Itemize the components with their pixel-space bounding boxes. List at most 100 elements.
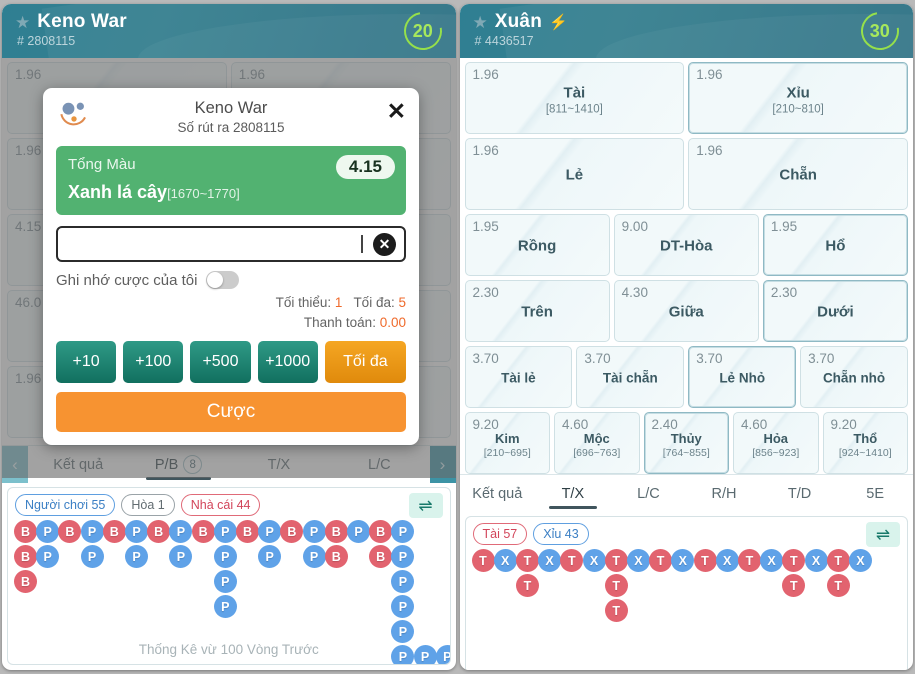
road-column: TT	[782, 549, 806, 599]
odds-value: 2.30	[472, 285, 499, 300]
odds-value: 2.30	[770, 285, 798, 300]
road-bead: P	[258, 545, 282, 568]
road-bead: P	[213, 570, 237, 593]
tab-label: R/H	[711, 485, 737, 502]
road-bead: P	[258, 520, 282, 543]
road-bead: B	[369, 545, 393, 568]
bet-cell-hỏa[interactable]: 4.60 Hỏa [856~923]	[733, 412, 819, 474]
road-bead: X	[671, 549, 695, 572]
bet-cell-dưới[interactable]: 2.30 Dưới	[762, 280, 909, 342]
bet-name: Tài	[563, 84, 586, 102]
remember-bet-toggle[interactable]	[206, 271, 240, 289]
road-column: X	[671, 549, 695, 574]
road-bead: P	[302, 545, 326, 568]
tab-label: T/X	[267, 456, 291, 473]
chip-+1000[interactable]: +1000	[257, 341, 318, 384]
bet-name: Thổ	[853, 430, 878, 446]
odds-value: 1.96	[238, 67, 266, 82]
road-column: X	[582, 549, 607, 574]
game-id: # 4436517	[474, 34, 534, 48]
chip-t-i-a[interactable]: Tối đa	[324, 341, 406, 384]
bet-range: [210~810]	[772, 103, 824, 116]
bet-cell-thủy[interactable]: 2.40 Thủy [764~855]	[643, 412, 729, 474]
bet-cell-tài-chẵn[interactable]: 3.70 Tài chẵn	[576, 346, 685, 408]
chevron-right-icon[interactable]: ›	[429, 446, 456, 483]
road-bead: P	[391, 520, 415, 543]
swap-arrows-icon[interactable]: ⇌	[408, 493, 443, 518]
road-column: PP	[36, 520, 60, 570]
bet-cell-tài[interactable]: 1.96 Tài [811~1410]	[464, 62, 685, 134]
bet-cell-tài-lẻ[interactable]: 3.70 Tài lẻ	[464, 346, 573, 408]
bet-cell-rồng[interactable]: 1.95 Rồng	[464, 214, 610, 276]
road-column: X	[538, 549, 562, 574]
submit-bet-button[interactable]: Cược	[56, 392, 406, 433]
tab-pb[interactable]: P/B 8	[128, 446, 228, 483]
road-column: PP	[125, 520, 149, 570]
road-bead: T	[737, 549, 761, 572]
toggle-knob	[207, 272, 224, 288]
odds-value: 1.95	[472, 219, 499, 234]
road-bead: P	[125, 520, 148, 543]
road-column: X	[804, 549, 829, 574]
tab-t-d[interactable]: T/D	[762, 475, 838, 512]
road-column: X	[760, 549, 784, 574]
bet-cell-trên[interactable]: 2.30 Trên	[464, 280, 610, 342]
bet-cell-thổ[interactable]: 9.20 Thổ [924~1410]	[822, 412, 908, 474]
swap-arrows-icon[interactable]: ⇌	[866, 522, 900, 547]
bet-cell-xỉu[interactable]: 1.96 Xỉu [210~810]	[688, 62, 908, 134]
clear-circle-icon[interactable]: ✕	[373, 232, 396, 256]
road-column: B	[236, 520, 260, 545]
odds-value: 4.15	[15, 219, 42, 234]
bet-cell-lẻ[interactable]: 1.96 Lẻ	[464, 138, 685, 210]
road-bead: T	[604, 549, 628, 572]
road-bead: T	[826, 549, 850, 572]
tab-r-h[interactable]: R/H	[686, 475, 762, 512]
odds-value: 4.30	[621, 285, 648, 300]
bet-cell-giữa[interactable]: 4.30 Giữa	[613, 280, 759, 342]
left-tab-bar: ‹ Kết quả P/B 8 T/X L/C ›	[2, 445, 456, 483]
bet-row: 1.96 Tài [811~1410] 1.96 Xỉu [210~810]	[464, 62, 908, 134]
road-bead: T	[649, 549, 673, 572]
bet-name: Hổ	[825, 237, 846, 255]
chip-+100[interactable]: +100	[123, 341, 184, 384]
tab-5e[interactable]: 5E	[837, 475, 913, 512]
bet-name: Lẻ Nhỏ	[719, 370, 766, 386]
bet-cell-chẵn[interactable]: 1.96 Chẵn	[688, 138, 908, 210]
amount-input-wrapper[interactable]: ✕	[56, 226, 406, 262]
road-bead: B	[147, 520, 171, 543]
legend-pill-banker: Nhà cái 44	[180, 494, 261, 517]
road-bead: P	[302, 520, 326, 543]
close-icon[interactable]: ✕	[387, 100, 406, 123]
chip-+500[interactable]: +500	[190, 341, 251, 384]
tab-ket-qua[interactable]: Kết quả	[28, 446, 128, 483]
bet-cell-dt-hòa[interactable]: 9.00 DT-Hòa	[613, 214, 759, 276]
odds-value: 1.96	[15, 371, 42, 386]
odds-value: 1.95	[770, 219, 798, 234]
road-column: PP	[302, 520, 327, 570]
tab-tx[interactable]: T/X	[229, 446, 329, 483]
road-column: PPPP	[213, 520, 238, 620]
bet-cell-chẵn-nhỏ[interactable]: 3.70 Chẵn nhỏ	[800, 346, 908, 408]
road-bead: X	[538, 549, 562, 572]
road-bead: P	[169, 545, 193, 568]
modal-subtitle: Số rút ra 2808115	[177, 119, 285, 135]
road-bead: P	[169, 520, 193, 543]
bet-cell-lẻ-nhỏ[interactable]: 3.70 Lẻ Nhỏ	[688, 346, 797, 408]
tab-k-t-qu-[interactable]: Kết quả	[460, 475, 536, 512]
road-column: B	[102, 520, 127, 545]
min-value: 1	[334, 295, 343, 310]
tab-t-x[interactable]: T/X	[535, 475, 611, 512]
bet-cell-hổ[interactable]: 1.95 Hổ	[762, 214, 909, 276]
odds-value: 3.70	[808, 351, 835, 366]
bet-cell-mộc[interactable]: 4.60 Mộc [696~763]	[554, 412, 640, 474]
odds-value: 3.70	[584, 351, 611, 366]
chip-+10[interactable]: +10	[56, 341, 117, 384]
tab-lc[interactable]: L/C	[329, 446, 429, 483]
chevron-left-icon[interactable]: ‹	[2, 446, 28, 483]
tab-l-c[interactable]: L/C	[611, 475, 687, 512]
odds-value: 3.70	[696, 351, 723, 366]
tab-label: L/C	[637, 485, 660, 502]
bet-cell-kim[interactable]: 9.20 Kim [210~695]	[464, 412, 550, 474]
bet-name: Kim	[494, 430, 520, 446]
road-bead: X	[626, 549, 650, 572]
